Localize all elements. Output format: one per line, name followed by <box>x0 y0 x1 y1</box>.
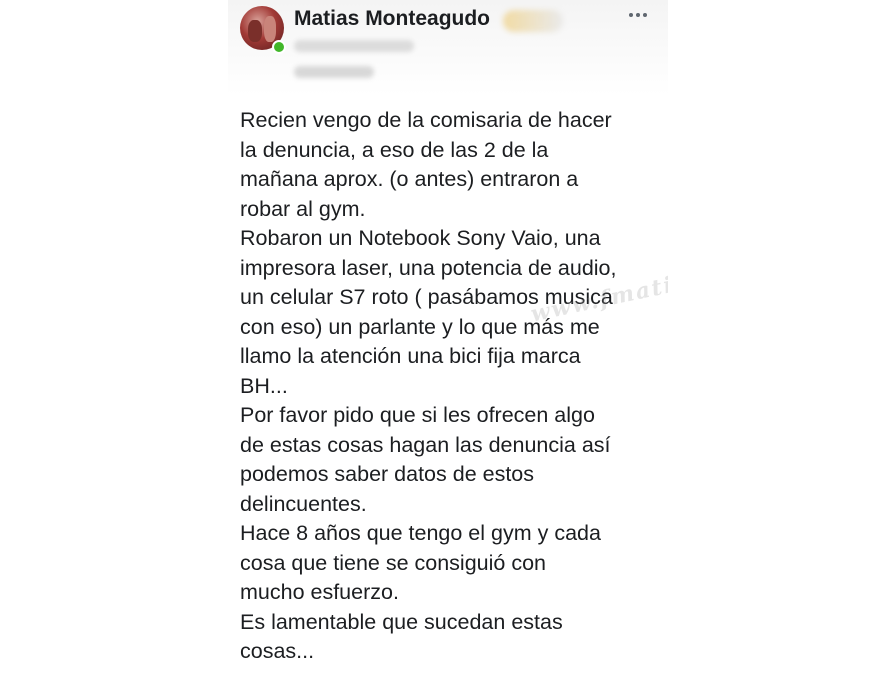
screenshot-stage: Matias Monteagudo Recien vengo de la com… <box>0 0 890 674</box>
post-line: de estas cosas hagan las denuncia así <box>240 432 611 457</box>
post-line: delincuentes. <box>240 491 367 516</box>
avatar-figure <box>248 20 262 42</box>
post-line: cosa que tiene se consiguió con <box>240 550 546 575</box>
post-line: impresora laser, una potencia de audio, <box>240 255 617 280</box>
post-line: robar al gym. <box>240 196 366 221</box>
more-horizontal-icon <box>643 13 647 17</box>
post-line: llamo la atención una bici fija marca <box>240 344 581 368</box>
facebook-post-card: Matias Monteagudo Recien vengo de la com… <box>228 0 668 674</box>
post-body: Recien vengo de la comisaria de hacer la… <box>240 106 665 667</box>
post-line: podemos saber datos de estos <box>240 462 535 486</box>
more-options-button[interactable] <box>622 4 654 26</box>
post-line: Robaron un Notebook Sony Vaio, una <box>240 226 601 250</box>
post-line: Recien vengo de la comisaria de hacer <box>240 108 612 132</box>
post-line: mucho esfuerzo. <box>240 580 399 604</box>
redacted-post-meta <box>294 40 414 52</box>
post-line: BH... <box>240 373 288 398</box>
post-line: Por favor pido que si les ofrecen algo <box>240 403 595 427</box>
online-status-icon <box>272 40 286 54</box>
post-line: mañana aprox. (o antes) entraron a <box>240 167 579 191</box>
post-line: cosas... <box>240 639 315 663</box>
post-line: la denuncia, a eso de las 2 de la <box>240 137 549 162</box>
more-horizontal-icon <box>636 13 640 17</box>
post-line: Es lamentable que sucedan estas <box>240 609 563 634</box>
post-line: con eso) un parlante y lo que más me <box>240 314 600 339</box>
post-line: Hace 8 años que tengo el gym y cada <box>240 521 601 545</box>
more-horizontal-icon <box>629 13 633 17</box>
author-name[interactable]: Matias Monteagudo <box>294 7 490 31</box>
redacted-name-suffix <box>503 10 563 32</box>
avatar-figure <box>264 16 276 42</box>
redacted-timestamp <box>294 66 374 78</box>
